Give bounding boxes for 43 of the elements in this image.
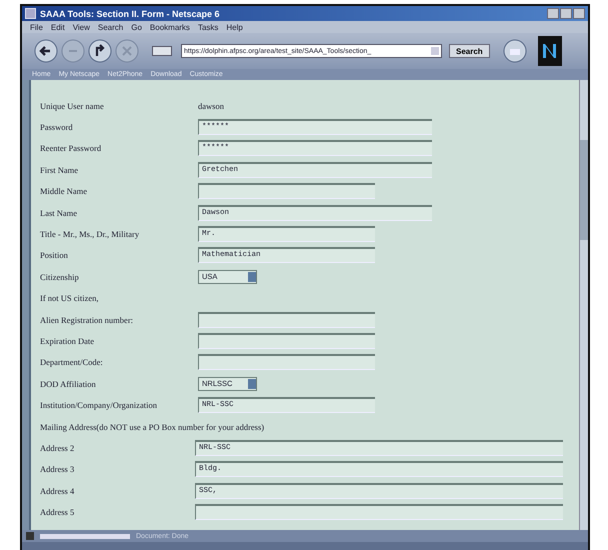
menu-item[interactable]: Edit	[50, 22, 65, 32]
menu-item[interactable]: File	[30, 22, 43, 32]
search-button[interactable]: Search	[449, 44, 490, 58]
menu-item[interactable]: View	[72, 22, 90, 32]
field-label: Position	[40, 250, 69, 260]
field-label: Alien Registration number:	[40, 314, 134, 325]
field-label: Reenter Password	[40, 143, 102, 154]
form-note: If not US citizen,	[40, 293, 99, 304]
menu-item[interactable]: Bookmarks	[150, 22, 190, 32]
back-button[interactable]	[34, 39, 58, 63]
field-label: Unique User name	[40, 100, 105, 111]
menu-item[interactable]: Help	[226, 22, 243, 32]
field-label: Address 5	[40, 507, 76, 518]
field-label: Address 4	[40, 486, 76, 496]
netscape-logo	[538, 36, 562, 66]
field-label: Institution/Company/Organization	[40, 400, 158, 410]
field-label: Title - Mr., Ms., Dr., Military	[40, 229, 140, 240]
field-label: Password	[40, 122, 74, 132]
field-label: First Name	[40, 164, 80, 175]
menu-item[interactable]: Search	[98, 22, 124, 32]
lock-icon	[26, 532, 34, 540]
field-label: Department/Code:	[40, 357, 104, 368]
input-field[interactable]	[198, 354, 375, 370]
app-icon	[25, 8, 36, 19]
input-field[interactable]	[195, 504, 563, 520]
window-title: SAAA Tools: Section II. Form - Netscape 6	[40, 8, 221, 18]
menu-item[interactable]: Tasks	[198, 22, 218, 32]
field-label: Last Name	[40, 208, 78, 218]
reload-button[interactable]	[88, 39, 112, 63]
menu-item[interactable]: Go	[131, 22, 142, 32]
dropdown-button[interactable]	[152, 46, 172, 56]
scrollbar[interactable]	[579, 80, 588, 530]
input-field[interactable]	[198, 183, 375, 200]
form-note: Mailing Address(do NOT use a PO Box number for your address)	[40, 422, 264, 432]
input-field[interactable]	[198, 332, 375, 349]
field-label: Middle Name	[40, 186, 88, 196]
input-field[interactable]	[198, 312, 375, 328]
field-label: Citizenship	[40, 272, 80, 282]
field-label: Expiration Date	[40, 336, 96, 346]
field-label: Address 2	[40, 442, 76, 453]
field-value: dawson	[198, 100, 224, 111]
field-label: DOD Affiliation	[40, 378, 97, 389]
field-label: Address 3	[40, 464, 76, 474]
